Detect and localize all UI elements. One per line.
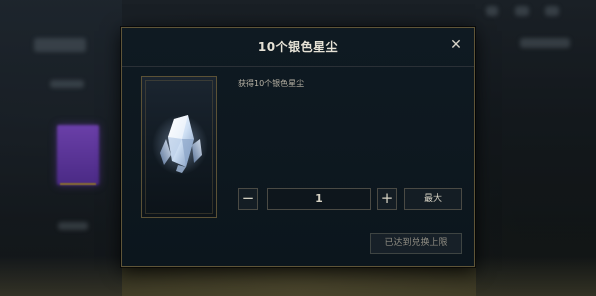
- background-blurred-element: [486, 6, 498, 16]
- item-description: 获得10个银色星尘: [238, 79, 305, 88]
- increase-quantity-button[interactable]: +: [377, 188, 397, 210]
- decrease-quantity-button[interactable]: −: [238, 188, 258, 210]
- quantity-input[interactable]: 1: [267, 188, 371, 210]
- background-purple-card: [57, 125, 99, 185]
- background-gold-accent: [60, 183, 96, 185]
- background-blurred-element: [515, 6, 529, 16]
- purchase-dialog: 10个银色星尘 ✕ 获得10个银色星尘 − 1 + 最大 已达到兑换上限: [121, 27, 475, 267]
- dialog-title: 10个银色星尘: [257, 40, 339, 54]
- background-blurred-element: [545, 6, 559, 16]
- background-blurred-element: [34, 38, 86, 52]
- background-blurred-element: [520, 38, 570, 48]
- dialog-header: 10个银色星尘 ✕: [122, 28, 474, 67]
- silver-stardust-crystal-icon: [152, 115, 208, 175]
- background-blurred-element: [58, 222, 88, 230]
- max-quantity-button[interactable]: 最大: [404, 188, 462, 210]
- close-icon[interactable]: ✕: [448, 37, 464, 53]
- background-blurred-element: [50, 80, 84, 88]
- item-preview-card: [141, 76, 217, 218]
- redeem-button[interactable]: 已达到兑换上限: [370, 233, 462, 254]
